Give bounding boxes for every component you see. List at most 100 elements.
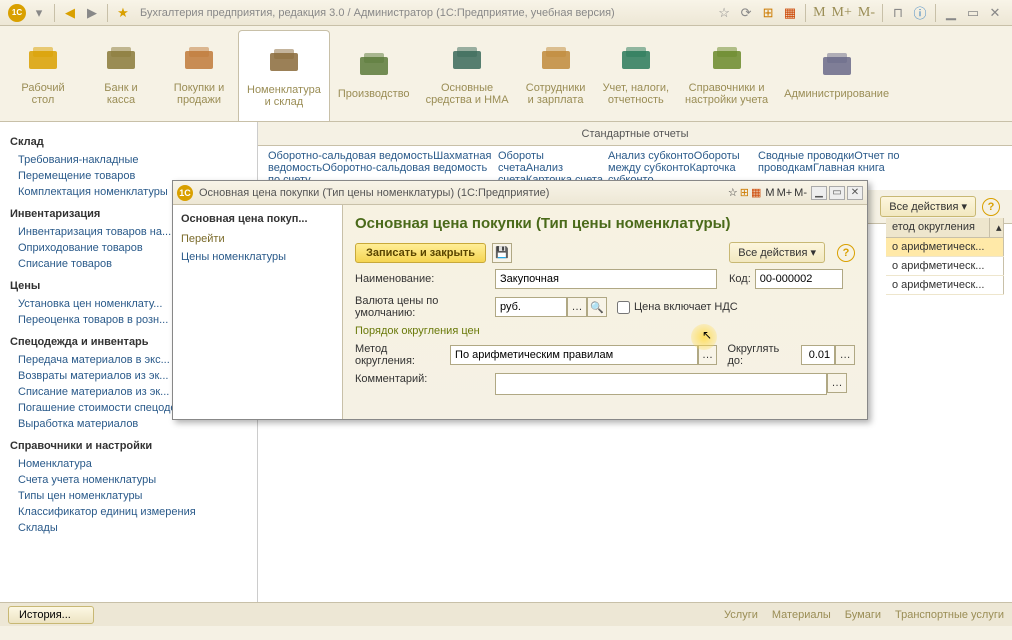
- toolbar-icon: [23, 42, 63, 78]
- toolbar-icon: [616, 42, 656, 78]
- app-title: Бухгалтерия предприятия, редакция 3.0 / …: [140, 7, 615, 19]
- status-link[interactable]: Материалы: [772, 609, 831, 621]
- dlg-nav-group: Перейти: [181, 233, 334, 245]
- toolbar-администрирование[interactable]: Администрирование: [776, 26, 897, 121]
- dlg-maximize-icon[interactable]: ▭: [829, 186, 845, 200]
- save-icon[interactable]: 💾: [492, 243, 512, 263]
- toolbar-основные[interactable]: Основные средства и НМА: [418, 26, 517, 121]
- toolbar-icon: [264, 44, 304, 80]
- mem-mplus[interactable]: M+: [832, 5, 852, 21]
- currency-input[interactable]: [495, 297, 567, 317]
- dlg-fav-icon[interactable]: ☆: [728, 186, 738, 199]
- devtools-icon[interactable]: ⊓: [889, 4, 907, 22]
- calc-icon[interactable]: ⊞: [759, 4, 777, 22]
- mem-mminus[interactable]: M-: [858, 5, 875, 21]
- toolbar-рабочий[interactable]: Рабочий стол: [4, 26, 82, 121]
- toolbar-label: Справочники и настройки учета: [685, 82, 768, 106]
- comment-expand-icon[interactable]: …: [827, 373, 847, 393]
- separator: [805, 4, 806, 22]
- dlg-mem-m[interactable]: M: [765, 187, 774, 199]
- dlg-calc-icon[interactable]: ⊞: [740, 186, 749, 199]
- name-input[interactable]: [495, 269, 717, 289]
- separator: [882, 4, 883, 22]
- roundto-select-icon[interactable]: …: [835, 345, 855, 365]
- dlg-actions-button[interactable]: Все действия ▾: [729, 242, 825, 263]
- star-icon[interactable]: ★: [114, 4, 132, 22]
- toolbar-label: Банк и касса: [104, 82, 137, 106]
- status-link[interactable]: Транспортные услуги: [895, 609, 1004, 621]
- forward-icon[interactable]: ▶: [83, 4, 101, 22]
- roundto-input[interactable]: [801, 345, 835, 365]
- dlg-mem-mplus[interactable]: M+: [777, 187, 793, 199]
- toolbar-label: Администрирование: [784, 88, 889, 100]
- info-icon[interactable]: ⓘ: [911, 4, 929, 22]
- price-type-dialog: 1C Основная цена покупки (Тип цены номен…: [172, 180, 868, 420]
- status-link[interactable]: Услуги: [724, 609, 758, 621]
- toolbar-label: Учет, налоги, отчетность: [603, 82, 669, 106]
- comment-input[interactable]: [495, 373, 827, 395]
- lbl-code: Код:: [729, 273, 751, 285]
- sidebar-group-title: Справочники и настройки: [10, 440, 253, 452]
- currency-select-icon[interactable]: …: [567, 297, 587, 317]
- minimize-icon[interactable]: ▁: [942, 4, 960, 22]
- currency-lookup-icon[interactable]: 🔍: [587, 297, 607, 317]
- sidebar-item[interactable]: Типы цен номенклатуры: [10, 488, 253, 504]
- separator: [107, 4, 108, 22]
- sidebar-item[interactable]: Требования-накладные: [10, 152, 253, 168]
- table-row[interactable]: о арифметическ...: [886, 276, 1004, 295]
- sidebar-item[interactable]: Счета учета номенклатуры: [10, 472, 253, 488]
- close-icon[interactable]: ✕: [986, 4, 1004, 22]
- history-button[interactable]: История...: [8, 606, 94, 624]
- toolbar-label: Основные средства и НМА: [426, 82, 509, 106]
- help-icon[interactable]: ?: [982, 198, 1000, 216]
- sidebar-group-title: Склад: [10, 136, 253, 148]
- dlg-cal-icon[interactable]: ▦: [751, 186, 761, 199]
- app-icon: 1C: [8, 4, 26, 22]
- code-input[interactable]: [755, 269, 843, 289]
- toolbar-label: Производство: [338, 88, 410, 100]
- back-icon[interactable]: ◀: [61, 4, 79, 22]
- report-link[interactable]: Главная книга: [813, 160, 885, 176]
- dropdown-icon[interactable]: ▾: [30, 4, 48, 22]
- toolbar-покупки и[interactable]: Покупки и продажи: [160, 26, 238, 121]
- sidebar-item[interactable]: Номенклатура: [10, 456, 253, 472]
- dlg-minimize-icon[interactable]: ▁: [811, 186, 827, 200]
- table-row[interactable]: о арифметическ...: [886, 257, 1004, 276]
- lbl-currency: Валюта цены по умолчанию:: [355, 295, 495, 319]
- toolbar-label: Номенклатура и склад: [247, 84, 321, 108]
- separator: [54, 4, 55, 22]
- history-icon[interactable]: ⟳: [737, 4, 755, 22]
- dlg-help-icon[interactable]: ?: [837, 244, 855, 262]
- mem-m[interactable]: M: [813, 5, 825, 21]
- dlg-nav-head[interactable]: Основная цена покуп...: [181, 213, 334, 225]
- method-select-icon[interactable]: …: [698, 345, 718, 365]
- sidebar-item[interactable]: Склады: [10, 520, 253, 536]
- toolbar-icon: [817, 48, 857, 84]
- method-input[interactable]: [450, 345, 698, 365]
- status-link[interactable]: Бумаги: [845, 609, 881, 621]
- toolbar-icon: [179, 42, 219, 78]
- lbl-roundto: Округлять до:: [727, 343, 797, 367]
- toolbar-номенклатура[interactable]: Номенклатура и склад: [238, 30, 330, 121]
- toolbar-label: Рабочий стол: [21, 82, 64, 106]
- sidebar-item[interactable]: Классификатор единиц измерения: [10, 504, 253, 520]
- all-actions-button[interactable]: Все действия ▾: [880, 196, 976, 217]
- toolbar-справочники и[interactable]: Справочники и настройки учета: [677, 26, 776, 121]
- save-and-close-button[interactable]: Записать и закрыть: [355, 243, 486, 263]
- dlg-mem-mminus[interactable]: M-: [794, 187, 807, 199]
- cal-icon[interactable]: ▦: [781, 4, 799, 22]
- toolbar-производство[interactable]: Производство: [330, 26, 418, 121]
- restore-icon[interactable]: ▭: [964, 4, 982, 22]
- dialog-title: Основная цена покупки (Тип цены номенкла…: [199, 187, 549, 199]
- toolbar-сотрудники[interactable]: Сотрудники и зарплата: [517, 26, 595, 121]
- grid-header: етод округления: [886, 218, 990, 237]
- favorites-icon[interactable]: ☆: [715, 4, 733, 22]
- scroll-up-icon[interactable]: ▴: [990, 218, 1004, 237]
- table-row[interactable]: о арифметическ...: [886, 238, 1004, 257]
- toolbar-учет, налоги,[interactable]: Учет, налоги, отчетность: [595, 26, 677, 121]
- toolbar-банк и[interactable]: Банк и касса: [82, 26, 160, 121]
- vat-checkbox[interactable]: [617, 301, 630, 314]
- dlg-nav-link[interactable]: Цены номенклатуры: [181, 249, 334, 265]
- dlg-close-icon[interactable]: ✕: [847, 186, 863, 200]
- lbl-method: Метод округления:: [355, 343, 450, 367]
